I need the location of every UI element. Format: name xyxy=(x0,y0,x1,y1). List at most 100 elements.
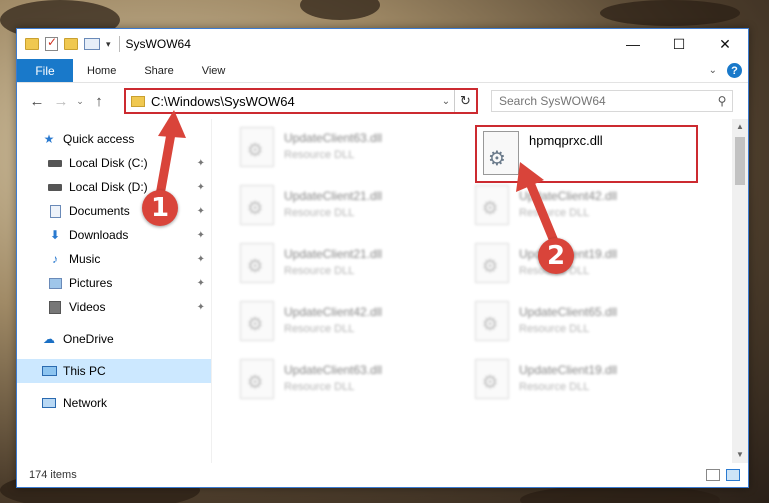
dll-file-icon xyxy=(240,301,274,341)
file-item[interactable]: UpdateClient19.dll Resource DLL xyxy=(475,359,617,399)
explorer-window: ▾ SysWOW64 — ☐ ✕ File Home Share View ⌄ … xyxy=(16,28,749,488)
recent-locations-icon[interactable]: ⌄ xyxy=(73,96,87,107)
back-button[interactable]: ← xyxy=(25,93,49,110)
search-box[interactable]: ⚲ xyxy=(491,90,733,112)
forward-button[interactable]: → xyxy=(49,93,73,110)
sidebar-item-downloads[interactable]: ⬇ Downloads ✦ xyxy=(17,223,211,247)
title-bar: ▾ SysWOW64 — ☐ ✕ xyxy=(17,29,748,59)
scroll-thumb[interactable] xyxy=(735,137,745,185)
sidebar-item-network[interactable]: Network xyxy=(17,391,211,415)
dll-file-icon xyxy=(240,359,274,399)
sidebar-item-label: Local Disk (D:) xyxy=(69,180,148,194)
file-type: Resource DLL xyxy=(519,381,590,393)
file-item[interactable]: UpdateClient21.dll Resource DLL xyxy=(240,243,382,283)
large-icons-view-icon[interactable] xyxy=(726,469,740,481)
sidebar-item-label: OneDrive xyxy=(63,332,114,346)
pin-icon[interactable]: ✦ xyxy=(197,302,205,313)
file-item[interactable]: UpdateClient42.dll Resource DLL xyxy=(240,301,382,341)
scroll-up-icon[interactable]: ▲ xyxy=(732,119,748,135)
item-count: 174 items xyxy=(29,469,77,481)
sidebar-item-local-disk-c[interactable]: Local Disk (C:) ✦ xyxy=(17,151,211,175)
computer-icon xyxy=(41,364,57,378)
star-icon: ★ xyxy=(43,132,55,146)
dll-file-icon xyxy=(475,359,509,399)
properties-check-icon[interactable] xyxy=(45,35,58,51)
search-icon[interactable]: ⚲ xyxy=(712,94,732,108)
sidebar-item-onedrive[interactable]: ☁ OneDrive xyxy=(17,327,211,351)
sidebar-item-quick-access[interactable]: ★ Quick access xyxy=(17,127,211,151)
ribbon-tabs: File Home Share View ⌄ ? xyxy=(17,59,748,83)
file-item[interactable]: UpdateClient63.dll Resource DLL xyxy=(240,359,382,399)
file-name: UpdateClient65.dll xyxy=(519,305,618,319)
file-item[interactable]: UpdateClient63.dll Resource DLL xyxy=(240,127,382,167)
toolbar-dropdown-icon[interactable]: ▾ xyxy=(106,39,111,50)
pin-icon[interactable]: ✦ xyxy=(197,278,205,289)
file-type: Resource DLL xyxy=(284,149,355,161)
pin-icon[interactable]: ✦ xyxy=(197,206,205,217)
tab-view[interactable]: View xyxy=(188,59,240,82)
file-name: UpdateClient42.dll xyxy=(519,189,618,203)
file-item[interactable]: UpdateClient21.dll Resource DLL xyxy=(240,185,382,225)
step-2-badge: 2 xyxy=(538,238,574,274)
dll-file-icon xyxy=(240,127,274,167)
step-1-badge: 1 xyxy=(142,190,178,226)
expand-ribbon-icon[interactable]: ⌄ xyxy=(709,65,717,76)
file-type: Resource DLL xyxy=(519,323,590,335)
pin-icon[interactable]: ✦ xyxy=(197,230,205,241)
music-icon: ♪ xyxy=(52,252,58,266)
tab-file[interactable]: File xyxy=(17,59,73,82)
address-folder-icon xyxy=(131,95,145,107)
navigation-pane: ★ Quick access Local Disk (C:) ✦ Local D… xyxy=(17,119,212,463)
file-item[interactable]: UpdateClient65.dll Resource DLL xyxy=(475,301,617,341)
sidebar-item-label: Downloads xyxy=(69,228,129,242)
sidebar-item-music[interactable]: ♪ Music ✦ xyxy=(17,247,211,271)
search-input[interactable] xyxy=(499,94,712,108)
sidebar-item-local-disk-d[interactable]: Local Disk (D:) ✦ xyxy=(17,175,211,199)
address-dropdown-icon[interactable]: ⌄ xyxy=(438,96,454,107)
sidebar-item-documents[interactable]: Documents ✦ xyxy=(17,199,211,223)
customize-toolbar-icon[interactable] xyxy=(84,38,100,50)
file-name: UpdateClient21.dll xyxy=(284,247,383,261)
maximize-button[interactable]: ☐ xyxy=(656,29,702,59)
quick-access-toolbar: ▾ xyxy=(17,35,111,51)
file-type: Resource DLL xyxy=(284,265,355,277)
minimize-button[interactable]: — xyxy=(610,29,656,59)
status-bar: 174 items xyxy=(17,463,748,487)
file-type: Resource DLL xyxy=(519,207,590,219)
sidebar-item-label: Local Disk (C:) xyxy=(69,156,148,170)
refresh-button[interactable]: ↻ xyxy=(454,90,476,112)
file-name: UpdateClient42.dll xyxy=(284,305,383,319)
pin-icon[interactable]: ✦ xyxy=(197,182,205,193)
up-button[interactable]: ↑ xyxy=(87,93,111,110)
pin-icon[interactable]: ✦ xyxy=(197,254,205,265)
highlighted-file-item[interactable]: ⚙ hpmqprxc.dll xyxy=(475,125,698,183)
sidebar-item-videos[interactable]: Videos ✦ xyxy=(17,295,211,319)
file-name: UpdateClient63.dll xyxy=(284,131,383,145)
file-name: hpmqprxc.dll xyxy=(529,133,603,148)
folder-icon[interactable] xyxy=(25,38,39,50)
file-type: Resource DLL xyxy=(284,323,355,335)
details-view-icon[interactable] xyxy=(706,469,720,481)
vertical-scrollbar[interactable]: ▲ ▼ xyxy=(732,119,748,463)
sidebar-item-this-pc[interactable]: This PC xyxy=(17,359,211,383)
sidebar-item-label: Documents xyxy=(69,204,130,218)
drive-icon xyxy=(47,180,63,194)
help-icon[interactable]: ? xyxy=(727,63,742,78)
scroll-down-icon[interactable]: ▼ xyxy=(732,447,748,463)
tab-home[interactable]: Home xyxy=(73,59,130,82)
close-button[interactable]: ✕ xyxy=(702,29,748,59)
navigation-bar: ← → ⌄ ↑ C:\Windows\SysWOW64 ⌄ ↻ ⚲ xyxy=(17,83,748,119)
address-bar[interactable]: C:\Windows\SysWOW64 ⌄ ↻ xyxy=(124,88,478,114)
cloud-icon: ☁ xyxy=(43,332,55,346)
pin-icon[interactable]: ✦ xyxy=(197,158,205,169)
file-type: Resource DLL xyxy=(284,207,355,219)
dll-file-icon: ⚙ xyxy=(483,131,519,175)
new-folder-icon[interactable] xyxy=(64,38,78,50)
network-icon xyxy=(41,396,57,410)
file-item[interactable]: UpdateClient42.dll Resource DLL xyxy=(475,185,617,225)
tab-share[interactable]: Share xyxy=(130,59,187,82)
address-path[interactable]: C:\Windows\SysWOW64 xyxy=(151,94,438,109)
downloads-icon: ⬇ xyxy=(49,228,61,242)
dll-file-icon xyxy=(475,243,509,283)
sidebar-item-pictures[interactable]: Pictures ✦ xyxy=(17,271,211,295)
